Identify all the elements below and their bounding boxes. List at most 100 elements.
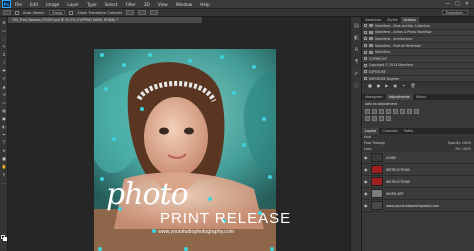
new-action-icon[interactable]: + xyxy=(402,83,405,88)
distribute-icon[interactable] xyxy=(138,10,147,15)
transform-controls-checkbox[interactable] xyxy=(69,10,74,15)
pen-tool-icon[interactable]: ✒ xyxy=(2,132,7,137)
more-tools-icon[interactable]: … xyxy=(2,180,7,185)
gradient-map-icon[interactable] xyxy=(386,116,391,122)
background-color-swatch[interactable] xyxy=(3,237,7,241)
action-set[interactable]: Stashfens - Portrait Perfection xyxy=(362,42,474,50)
healing-tool-icon[interactable]: ✚ xyxy=(2,68,7,73)
tab-channels[interactable]: Channels xyxy=(379,128,401,134)
play-icon[interactable]: ▶ xyxy=(385,83,388,88)
eye-icon[interactable]: ◉ xyxy=(364,191,368,196)
crop-tool-icon[interactable]: ⌗ xyxy=(2,52,7,57)
brush-panel-icon[interactable]: ✐ xyxy=(353,71,360,77)
eye-icon[interactable]: ◉ xyxy=(364,167,368,172)
layer-row[interactable]: ◉ INSTRUCTIONS xyxy=(362,176,474,189)
kind-filter-dropdown[interactable]: Kind xyxy=(364,135,371,139)
action-set[interactable]: Stashfens - Architecture xyxy=(362,36,474,43)
check-icon[interactable] xyxy=(364,50,367,54)
clone-stamp-tool-icon[interactable]: ▲ xyxy=(2,84,7,89)
menu-image[interactable]: Image xyxy=(42,2,63,7)
move-tool-icon[interactable]: ✥ xyxy=(2,20,7,25)
menu-filter[interactable]: Filter xyxy=(121,2,139,7)
layer-row[interactable]: ◉ INSTRUCTIONS xyxy=(362,164,474,177)
shape-tool-icon[interactable]: ■ xyxy=(2,156,7,161)
dodge-tool-icon[interactable]: ◐ xyxy=(2,124,7,129)
auto-select-checkbox[interactable] xyxy=(15,10,19,15)
levels-icon[interactable] xyxy=(372,109,377,115)
layer-row[interactable]: ◉ WORD ART xyxy=(362,188,474,201)
tab-paths[interactable]: Paths xyxy=(401,128,416,134)
menu-layer[interactable]: Layer xyxy=(63,2,83,7)
layer-row[interactable]: ◉ GUIDE xyxy=(362,152,474,165)
check-icon[interactable] xyxy=(364,37,367,41)
marquee-tool-icon[interactable]: ▭ xyxy=(2,28,7,33)
menu-file[interactable]: File xyxy=(11,2,26,7)
check-icon[interactable] xyxy=(364,70,367,74)
trash-icon[interactable]: 🗑 xyxy=(411,83,416,88)
color-balance-icon[interactable] xyxy=(407,109,412,115)
align-icon[interactable] xyxy=(126,10,135,15)
hue-sat-icon[interactable] xyxy=(400,109,405,115)
action-item[interactable]: Copyright © 2013 Stashfens xyxy=(362,62,474,70)
check-icon[interactable] xyxy=(364,57,367,61)
invert-icon[interactable] xyxy=(372,116,377,122)
menu-3d[interactable]: 3D xyxy=(140,2,154,7)
action-item[interactable]: COPYRIGHT xyxy=(362,55,474,63)
blur-tool-icon[interactable]: ● xyxy=(2,116,7,121)
photo-filter-icon[interactable] xyxy=(365,116,370,122)
lasso-tool-icon[interactable]: ◌ xyxy=(2,36,7,41)
check-icon[interactable] xyxy=(364,44,367,48)
info-panel-icon[interactable]: ⓘ xyxy=(353,83,360,89)
stop-icon[interactable]: ■ xyxy=(368,83,372,88)
menu-select[interactable]: Select xyxy=(101,2,122,7)
zoom-tool-icon[interactable]: ⚲ xyxy=(2,172,7,177)
eye-icon[interactable]: ◉ xyxy=(364,179,368,184)
auto-select-dropdown[interactable]: Group xyxy=(49,10,66,15)
action-set[interactable]: Stashfens - Male and Bar Collection xyxy=(362,23,474,30)
action-set[interactable]: Stashfens - Action & Photo Workflow xyxy=(362,29,474,37)
gradient-tool-icon[interactable]: ▦ xyxy=(2,108,7,113)
character-panel-icon[interactable]: A xyxy=(353,47,360,53)
eye-icon[interactable]: ◉ xyxy=(364,203,368,208)
vibrance-icon[interactable] xyxy=(393,109,398,115)
menu-help[interactable]: Help xyxy=(196,2,214,7)
3d-mode-icon[interactable] xyxy=(150,10,159,15)
properties-panel-icon[interactable]: ◧ xyxy=(353,35,360,41)
tab-actions[interactable]: Actions xyxy=(400,17,419,23)
exposure-icon[interactable] xyxy=(386,109,391,115)
check-icon[interactable] xyxy=(364,77,367,81)
action-set[interactable]: Stashfens xyxy=(362,49,474,56)
curves-icon[interactable] xyxy=(379,109,384,115)
tab-styles-2[interactable]: Styles xyxy=(413,94,429,100)
maximize-icon[interactable]: □ xyxy=(455,1,460,7)
menu-edit[interactable]: Edit xyxy=(26,2,42,7)
tab-layers[interactable]: Layers xyxy=(362,128,380,135)
close-icon[interactable]: ✕ xyxy=(465,1,469,7)
move-tool-preset-icon[interactable] xyxy=(3,10,11,15)
path-select-tool-icon[interactable]: ➤ xyxy=(2,148,7,153)
record-icon[interactable]: ● xyxy=(377,83,381,88)
new-set-icon[interactable]: ▣ xyxy=(393,83,397,88)
paragraph-panel-icon[interactable]: ¶ xyxy=(353,59,360,65)
posterize-icon[interactable] xyxy=(379,116,384,122)
blend-mode-dropdown[interactable]: Pass Through xyxy=(364,141,385,145)
minimize-icon[interactable]: — xyxy=(445,1,450,7)
eyedropper-tool-icon[interactable]: / xyxy=(2,60,7,65)
layer-row[interactable]: ◉ www.yourstudiophotography.com xyxy=(362,200,474,213)
black-white-icon[interactable] xyxy=(414,109,419,115)
action-item[interactable]: EXPOSURE Brighter xyxy=(362,75,474,83)
opacity-field[interactable]: Opacity: 100% xyxy=(448,141,474,145)
history-panel-icon[interactable]: ▤ xyxy=(353,23,360,29)
hand-tool-icon[interactable]: ✋ xyxy=(2,164,7,169)
menu-window[interactable]: Window xyxy=(172,2,197,7)
action-item[interactable]: EXPOSURE xyxy=(362,69,474,76)
check-icon[interactable] xyxy=(364,30,367,34)
tab-styles[interactable]: Styles xyxy=(384,17,400,23)
fill-field[interactable]: Fill: 100% xyxy=(456,147,474,151)
menu-view[interactable]: View xyxy=(154,2,172,7)
check-icon[interactable] xyxy=(364,24,367,28)
tab-swatches[interactable]: Swatches xyxy=(362,17,384,23)
canvas-area[interactable]: photo PRINT RELEASE www.yourstudiophotog… xyxy=(8,23,350,251)
brush-tool-icon[interactable]: ✐ xyxy=(2,76,7,81)
check-icon[interactable] xyxy=(364,63,367,67)
